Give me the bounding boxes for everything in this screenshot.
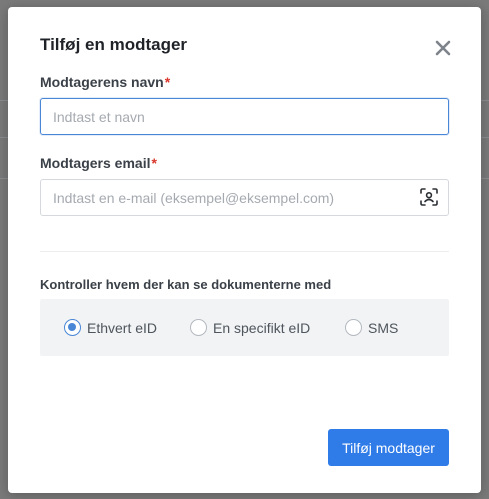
section-divider [40, 251, 449, 252]
backdrop-divider [481, 100, 489, 101]
radio-option-any-eid[interactable]: Ethvert eID [64, 299, 157, 356]
radio-button[interactable] [345, 319, 362, 336]
name-field-label: Modtagerens navn* [40, 74, 170, 90]
backdrop-divider [0, 100, 8, 101]
backdrop-divider [0, 137, 8, 138]
backdrop-divider [481, 178, 489, 179]
backdrop-divider [0, 178, 8, 179]
radio-option-label: En specifikt eID [213, 319, 311, 336]
required-marker: * [151, 155, 157, 171]
recipient-email-input[interactable] [40, 179, 449, 216]
add-recipient-dialog: Tilføj en modtager Modtagerens navn* Mod… [8, 7, 481, 493]
contact-scan-button[interactable] [418, 186, 440, 208]
access-control-options: Ethvert eID En specifikt eID SMS [40, 299, 449, 356]
radio-button[interactable] [190, 319, 207, 336]
add-recipient-button[interactable]: Tilføj modtager [328, 429, 449, 466]
access-control-label: Kontroller hvem der kan se dokumenterne … [40, 277, 332, 292]
radio-button-checked[interactable] [64, 319, 81, 336]
close-icon [435, 40, 451, 56]
radio-option-label: Ethvert eID [87, 319, 158, 336]
dialog-title: Tilføj en modtager [40, 35, 188, 54]
contact-scan-icon [420, 188, 438, 206]
recipient-name-input[interactable] [40, 98, 449, 135]
name-field-label-text: Modtagerens navn [40, 74, 164, 90]
close-button[interactable] [432, 37, 454, 59]
email-field-label: Modtagers email* [40, 155, 157, 171]
backdrop-divider [481, 137, 489, 138]
radio-option-sms[interactable]: SMS [345, 299, 398, 356]
radio-option-specific-eid[interactable]: En specifikt eID [190, 299, 310, 356]
required-marker: * [164, 74, 171, 90]
radio-option-label: SMS [368, 319, 399, 336]
email-field-label-text: Modtagers email [40, 155, 151, 171]
